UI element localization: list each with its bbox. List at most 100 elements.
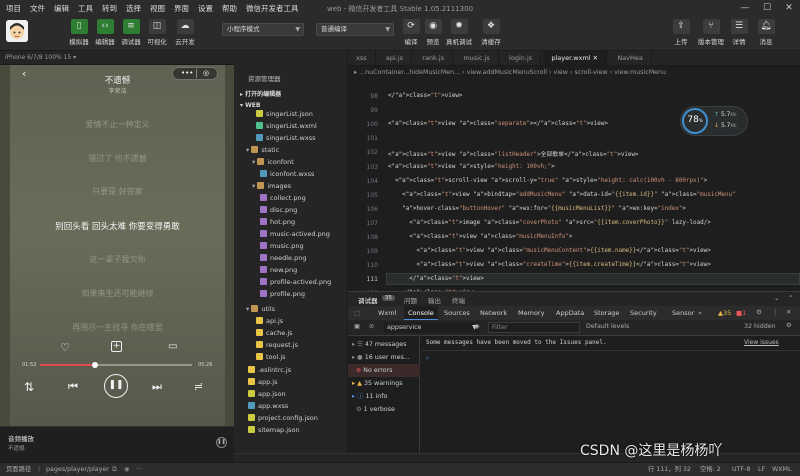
language-mode[interactable]: WXML (772, 463, 791, 476)
tab-output[interactable]: 输出 (428, 295, 441, 305)
tab-console[interactable]: Console (404, 306, 438, 320)
file-item[interactable]: app.json (234, 388, 348, 400)
chevron-down-icon[interactable]: ⌄ (774, 294, 779, 302)
simulator-device-select[interactable]: iPhone 6/7/8 100% 15 ▾ (0, 51, 234, 65)
menu-project[interactable]: 项目 (6, 3, 21, 14)
context-select[interactable]: appservice ▼ (384, 322, 480, 333)
file-item[interactable]: singerList.wxss (234, 132, 348, 144)
tab-sensor[interactable]: Sensor (672, 309, 694, 317)
tab-rank-js[interactable]: rank.js (414, 51, 454, 65)
file-item[interactable]: profile.png (234, 288, 348, 300)
gear-icon[interactable]: ⚙ (786, 322, 792, 329)
gear-icon[interactable]: ⚙ (756, 308, 762, 316)
play-order-icon[interactable]: ≓ (194, 380, 203, 393)
encoding[interactable]: UTF-8 (732, 463, 750, 476)
file-item[interactable]: music-actived.png (234, 228, 348, 240)
console-sidebar-info[interactable]: ▸ ⓘ 11 info (348, 390, 420, 403)
console-filter-input[interactable]: Filter (488, 322, 580, 333)
tab-terminal[interactable]: 终端 (452, 295, 465, 305)
tab-memory[interactable]: Memory (518, 309, 544, 317)
tab-wxml[interactable]: Wxml (378, 309, 396, 317)
console-sidebar-messages[interactable]: ▸ ☰ 47 messages (348, 338, 420, 351)
inspect-icon[interactable]: ⬚ (354, 309, 360, 317)
menu-help[interactable]: 帮助 (222, 3, 237, 14)
sidebar-toggle-icon[interactable]: ▣ (354, 323, 360, 330)
page-path-label[interactable]: 页面路径 (6, 463, 31, 476)
tab-network[interactable]: Network (480, 309, 507, 317)
clear-console-icon[interactable]: ⊘ (369, 323, 374, 330)
file-item[interactable]: hot.png (234, 216, 348, 228)
file-item[interactable]: cache.js (234, 327, 348, 339)
previous-icon[interactable]: ⏮︎ (68, 380, 78, 394)
tab-sources[interactable]: Sources (444, 309, 470, 317)
next-icon[interactable]: ⏭︎ (152, 380, 162, 394)
tab-player-wxml[interactable]: player.wxml ✕ (543, 51, 608, 65)
capsule-menu[interactable]: ••• ◎ (172, 67, 218, 80)
playlist-icon[interactable]: ⇅ (24, 380, 34, 394)
chevron-up-icon[interactable]: ⌃ (788, 294, 793, 302)
comment-icon[interactable]: ▭ (168, 341, 177, 352)
tab-storage[interactable]: Storage (594, 309, 619, 317)
add-to-list-icon[interactable]: + (111, 341, 122, 352)
more-tabs-icon[interactable]: » (698, 309, 702, 317)
file-item[interactable]: music.png (234, 240, 348, 252)
file-item[interactable]: api.js (234, 315, 348, 327)
file-item[interactable]: profile-actived.png (234, 276, 348, 288)
progress-knob[interactable] (91, 362, 98, 368)
menu-goto[interactable]: 转到 (102, 3, 117, 14)
progress-track[interactable] (40, 362, 192, 368)
log-levels-select[interactable]: Default levels (586, 323, 629, 330)
file-item[interactable]: app.js (234, 376, 348, 388)
capsule-close-icon[interactable]: ◎ (203, 68, 209, 79)
console-sidebar-errors[interactable]: ⊗ No errors (348, 364, 420, 377)
breadcrumb[interactable]: ▸ ...nuContainer...hideMusicMen... › vie… (348, 66, 800, 79)
copy-icon[interactable]: ⧉ (112, 463, 117, 476)
file-item[interactable]: needle.png (234, 252, 348, 264)
file-item[interactable]: .eslintrc.js (234, 364, 348, 376)
close-icon[interactable]: ✕ (778, 0, 800, 17)
menu-tools[interactable]: 工具 (78, 3, 93, 14)
menu-interface[interactable]: 界面 (174, 3, 189, 14)
cloud-button[interactable]: ☁ 云开发 (170, 19, 200, 46)
menu-devtools[interactable]: 微信开发者工具 (246, 3, 299, 14)
kebab-icon[interactable]: ⋮ (772, 308, 779, 316)
folder-item[interactable]: ▾ static (234, 144, 348, 156)
pause-icon[interactable]: ❚❚ (104, 374, 128, 398)
real-debug-button[interactable]: ✹ 真机调试 (444, 19, 474, 46)
eye-icon[interactable]: ◉ (124, 463, 130, 476)
tab-login-js[interactable]: login.js (501, 51, 542, 65)
page-path[interactable]: pages/player/player (46, 463, 109, 476)
file-item[interactable]: tool.js (234, 351, 348, 363)
clear-cache-button[interactable]: ❖ 清缓存 (476, 19, 506, 46)
version-button[interactable]: ⑂ 版本管理 (696, 19, 726, 46)
file-item[interactable]: new.png (234, 264, 348, 276)
warning-count[interactable]: ▲35 (718, 309, 731, 317)
file-item[interactable]: sitemap.json (234, 424, 348, 436)
console-sidebar-verbose[interactable]: ⚙ 1 verbose (348, 403, 420, 416)
upload-button[interactable]: ⇪ 上传 (666, 19, 696, 46)
file-item[interactable]: collect.png (234, 192, 348, 204)
messages-button[interactable]: 🔔︎ 消息 (751, 19, 781, 46)
folder-item[interactable]: ▾ iconfont (234, 156, 348, 168)
view-issues-link[interactable]: View issues (744, 339, 779, 346)
menu-select[interactable]: 选择 (126, 3, 141, 14)
visual-button[interactable]: ◫ 可视化 (142, 19, 172, 46)
folder-item[interactable]: ▾ utils (234, 303, 348, 315)
close-icon[interactable]: ✕ (593, 54, 598, 62)
minimize-icon[interactable]: — (734, 0, 756, 17)
tab-api-js[interactable]: api.js (378, 51, 413, 65)
menu-file[interactable]: 文件 (30, 3, 45, 14)
more-icon[interactable]: ··· (136, 463, 142, 476)
mini-pause-icon[interactable]: ❚❚ (216, 437, 227, 448)
folder-item[interactable]: ▾ images (234, 180, 348, 192)
file-item[interactable]: singerList.json (234, 108, 348, 120)
cursor-position[interactable]: 行 111，列 32 (648, 463, 691, 476)
eye-icon[interactable]: ◉ (474, 323, 480, 330)
tab-wxss[interactable]: xss (348, 51, 376, 65)
mode-select[interactable]: 小程序模式 ▼ (222, 23, 304, 36)
tab-appdata[interactable]: AppData (556, 309, 584, 317)
file-item[interactable]: app.wxss (234, 400, 348, 412)
avatar[interactable] (6, 20, 28, 42)
file-item[interactable]: iconfont.wxss (234, 168, 348, 180)
file-item[interactable]: singerList.wxml (234, 120, 348, 132)
